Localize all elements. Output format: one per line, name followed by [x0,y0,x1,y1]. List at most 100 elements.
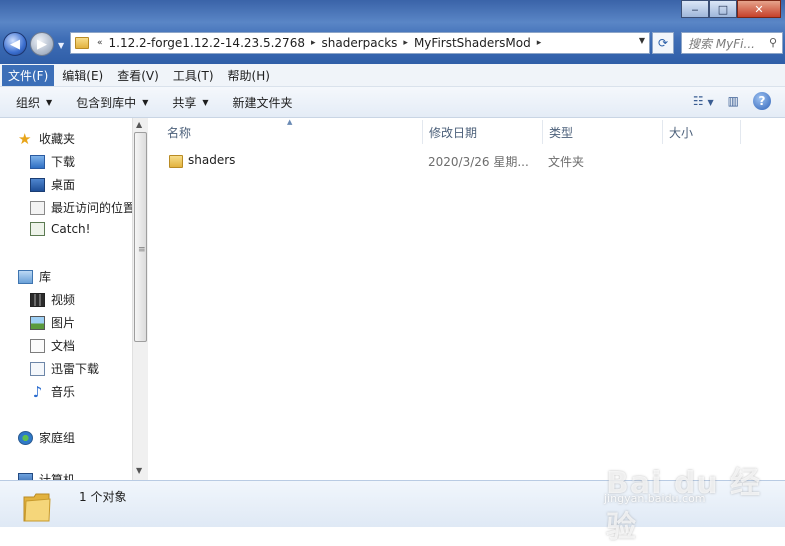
minimize-button[interactable]: ‒ [681,0,709,18]
view-options-button[interactable]: ☷ ▼ [693,94,714,108]
arrow-left-icon: ◀ [10,36,20,52]
search-placeholder: 搜索 MyFi... [688,36,755,51]
favorites-header[interactable]: ★ 收藏夹 [18,130,75,147]
folder-icon [169,155,183,168]
menu-edit[interactable]: 编辑(E) [56,65,109,86]
document-icon [30,361,45,376]
organize-label: 组织 [16,95,41,110]
homegroup-icon [18,430,33,445]
search-icon[interactable]: ⚲ [769,36,777,49]
column-header-name[interactable]: 名称 [161,120,423,144]
command-bar: 组织 ▼ 包含到库中 ▼ 共享 ▼ 新建文件夹 ☷ ▼ ▥ ? [0,87,785,118]
scroll-down-icon[interactable]: ▼ [136,466,142,475]
overflow-chevron-icon[interactable]: « [97,38,103,48]
nav-item-downloads[interactable]: 下载 [30,153,75,170]
grip-icon: ≡ [138,245,146,255]
forward-button[interactable]: ▶ [30,32,54,56]
nav-label: Catch! [51,222,91,236]
preview-pane-button[interactable]: ▥ [728,94,739,108]
desktop-icon [30,177,45,192]
breadcrumb-forge[interactable]: 1.12.2-forge1.12.2-14.23.5.2768 [109,36,305,50]
search-input[interactable]: 搜索 MyFi... ⚲ [681,32,783,54]
chevron-down-icon: ▼ [142,97,149,107]
menu-file[interactable]: 文件(F) [2,64,55,86]
column-header-date[interactable]: 修改日期 [423,120,543,144]
library-label: 库 [39,270,52,284]
breadcrumb-shaderpacks[interactable]: shaderpacks [322,36,398,50]
file-type: 文件夹 [548,155,585,169]
folder-icon [23,493,51,522]
folder-icon [75,37,89,49]
document-icon [30,338,45,353]
recent-places-icon [30,200,45,215]
file-date: 2020/3/26 星期... [428,155,529,169]
chevron-down-icon: ▼ [202,97,209,107]
favorites-label: 收藏夹 [39,132,76,146]
chevron-down-icon: ▼ [46,97,53,107]
breadcrumb-separator-icon[interactable]: ▸ [403,38,408,48]
breadcrumb-myfirstshadersmod[interactable]: MyFirstShadersMod [414,36,531,50]
window-controls: ‒ □ ✕ [681,0,781,18]
close-button[interactable]: ✕ [737,0,781,18]
organize-button[interactable]: 组织 ▼ [16,94,52,111]
arrow-right-icon: ▶ [37,36,47,52]
column-header-size[interactable]: 大小 [663,120,741,144]
item-count: 1 个对象 [79,490,127,504]
scroll-up-icon[interactable]: ▲ [136,120,142,129]
column-header-type[interactable]: 类型 [543,120,663,144]
computer-icon [18,472,33,480]
menu-bar: 文件(F) 编辑(E) 查看(V) 工具(T) 帮助(H) [0,64,785,87]
menu-help[interactable]: 帮助(H) [222,65,276,86]
nav-label: 最近访问的位置 [51,201,132,215]
nav-item-music[interactable]: ♪ 音乐 [30,383,75,400]
picture-icon [30,315,45,330]
include-library-label: 包含到库中 [76,95,137,110]
breadcrumb-separator-icon[interactable]: ▸ [311,38,316,48]
library-icon [18,269,33,284]
nav-item-catch[interactable]: Catch! [30,222,90,236]
library-header[interactable]: 库 [18,268,51,285]
menu-tools[interactable]: 工具(T) [167,65,220,86]
nav-label: 图片 [51,316,76,330]
file-row[interactable]: shaders 2020/3/26 星期... 文件夹 [161,150,781,172]
nav-label: 桌面 [51,178,76,192]
nav-label: 音乐 [51,385,76,399]
nav-item-xunlei-downloads[interactable]: 迅雷下载 [30,360,99,377]
downloads-icon [30,154,45,169]
music-note-icon: ♪ [32,382,43,401]
breadcrumb-separator-icon[interactable]: ▸ [537,38,542,48]
nav-label: 文档 [51,339,76,353]
nav-label: 下载 [51,155,76,169]
maximize-button[interactable]: □ [709,0,737,18]
homegroup-label: 家庭组 [39,431,76,445]
nav-item-recent-places[interactable]: 最近访问的位置 [30,199,132,216]
share-label: 共享 [172,95,197,110]
nav-label: 视频 [51,293,76,307]
navigation-bar: ◀ ▶ ▼ « 1.12.2-forge1.12.2-14.23.5.2768 … [0,26,785,62]
star-icon: ★ [18,129,32,148]
address-bar[interactable]: « 1.12.2-forge1.12.2-14.23.5.2768 ▸ shad… [70,32,650,54]
file-list: ▲ 名称 修改日期 类型 大小 shaders 2020/3/26 星期... … [149,118,785,480]
computer-label: 计算机 [39,473,76,480]
new-folder-button[interactable]: 新建文件夹 [233,94,293,111]
refresh-button[interactable]: ⟳ [652,32,674,54]
navigation-pane: ★ 收藏夹 下载 桌面 最近访问的位置 Catch! 库 视频 图片 文档 迅雷… [0,118,132,480]
scrollbar-thumb[interactable]: ≡ [134,132,147,342]
refresh-icon: ⟳ [657,36,669,50]
menu-view[interactable]: 查看(V) [111,65,165,86]
app-window-icon [30,222,45,236]
navigation-scrollbar[interactable]: ▲ ≡ ▼ [132,118,148,480]
back-button[interactable]: ◀ [3,32,27,56]
share-button[interactable]: 共享 ▼ [172,94,208,111]
computer-header[interactable]: 计算机 [18,471,75,480]
watermark-url: jingyan.baidu.com [604,492,706,505]
include-in-library-button[interactable]: 包含到库中 ▼ [76,94,148,111]
recent-pages-dropdown[interactable]: ▼ [58,41,64,50]
nav-item-desktop[interactable]: 桌面 [30,176,75,193]
homegroup-header[interactable]: 家庭组 [18,429,75,446]
help-icon[interactable]: ? [753,92,771,110]
nav-item-pictures[interactable]: 图片 [30,314,75,331]
nav-item-documents[interactable]: 文档 [30,337,75,354]
nav-item-videos[interactable]: 视频 [30,291,75,308]
address-dropdown-icon[interactable]: ▼ [639,36,645,45]
